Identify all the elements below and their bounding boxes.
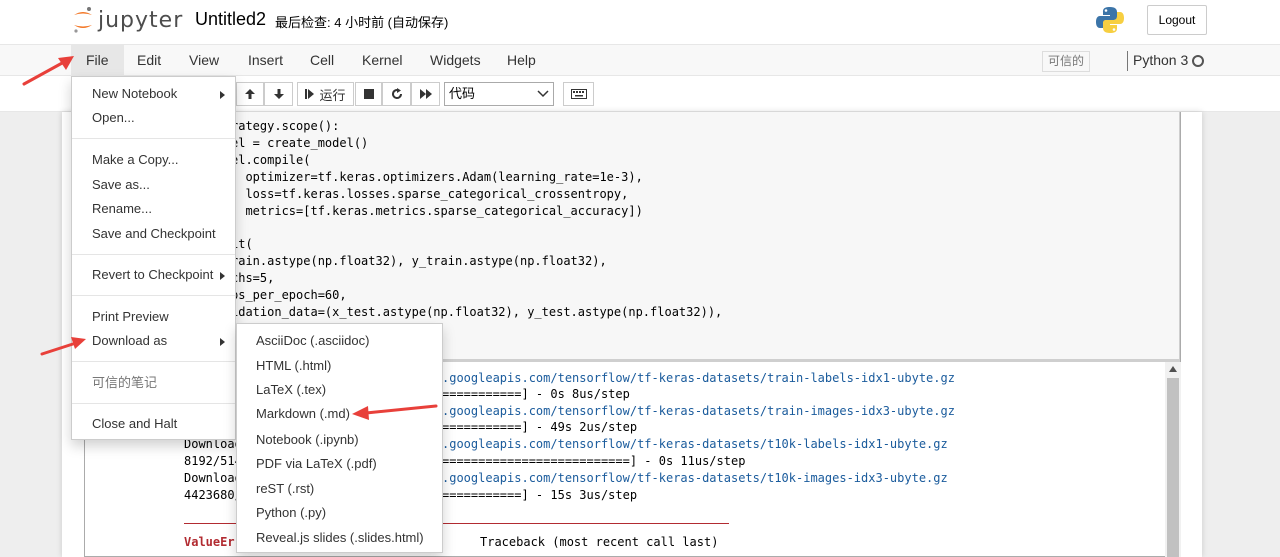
- traceback-label: Traceback (most recent call last): [480, 535, 719, 549]
- annotation-arrow-icon: [22, 56, 74, 86]
- kernel-separator: [1127, 51, 1128, 71]
- caret-right-icon: [220, 338, 225, 346]
- move-up-button[interactable]: [236, 82, 264, 106]
- download-python[interactable]: Python (.py): [237, 502, 442, 524]
- run-button[interactable]: 运行: [297, 82, 354, 106]
- menu-divider: [72, 138, 235, 139]
- menu-item-close-halt[interactable]: Close and Halt: [72, 413, 235, 435]
- command-palette-button[interactable]: [563, 82, 594, 106]
- menu-item-save-as[interactable]: Save as...: [72, 174, 235, 196]
- error-name: ValueErr: [184, 535, 242, 549]
- output-progress-line: ===========] - 49s 2us/step: [442, 420, 638, 434]
- code-line: rain.astype(np.float32), y_train.astype(…: [231, 254, 607, 268]
- output-scrollbar[interactable]: [1165, 362, 1181, 557]
- header: jupyter Untitled2 最后检查: 4 小时前 (自动保存) Log…: [0, 0, 1280, 44]
- menubar: File Edit View Insert Cell Kernel Widget…: [0, 44, 1280, 76]
- code-line: ps_per_epoch=60,: [231, 288, 347, 302]
- file-menu-dropdown: New Notebook Open... Make a Copy... Save…: [71, 76, 236, 440]
- code-line: idation_data=(x_test.astype(np.float32),…: [231, 305, 723, 319]
- scroll-up-icon[interactable]: [1169, 366, 1177, 372]
- app-name: jupyter: [98, 7, 184, 33]
- menu-kernel[interactable]: Kernel: [347, 45, 417, 76]
- fast-forward-icon: [419, 89, 432, 99]
- cell-type-value: 代码: [449, 86, 476, 101]
- output-url-line[interactable]: .googleapis.com/tensorflow/tf-keras-data…: [442, 404, 955, 418]
- menu-item-revert-checkpoint[interactable]: Revert to Checkpoint: [72, 264, 235, 286]
- menu-help[interactable]: Help: [492, 45, 551, 76]
- download-slides[interactable]: Reveal.js slides (.slides.html): [237, 527, 442, 549]
- restart-button[interactable]: [382, 82, 411, 106]
- kernel-name: Python 3: [1133, 52, 1189, 68]
- menu-item-rename[interactable]: Rename...: [72, 198, 235, 220]
- code-line: metrics=[tf.keras.metrics.sparse_categor…: [231, 204, 643, 218]
- jupyter-logo-icon: [74, 7, 92, 33]
- menu-widgets[interactable]: Widgets: [415, 45, 496, 76]
- stop-icon: [363, 89, 374, 99]
- code-line: el = create_model(): [231, 136, 369, 150]
- menu-item-open[interactable]: Open...: [72, 107, 235, 129]
- menu-item-make-copy[interactable]: Make a Copy...: [72, 149, 235, 171]
- download-as-submenu: AsciiDoc (.asciidoc) HTML (.html) LaTeX …: [236, 323, 443, 553]
- menu-edit[interactable]: Edit: [122, 45, 176, 76]
- code-line: el.compile(: [231, 153, 311, 167]
- menu-divider: [72, 403, 235, 404]
- restart-icon: [391, 88, 402, 99]
- menu-item-label: Revert to Checkpoint: [92, 267, 214, 282]
- python-logo-icon: [1096, 7, 1124, 33]
- menu-insert[interactable]: Insert: [233, 45, 298, 76]
- output-progress-line: ==========================] - 0s 11us/st…: [442, 454, 746, 468]
- code-line: loss=tf.keras.losses.sparse_categorical_…: [231, 187, 629, 201]
- interrupt-button[interactable]: [355, 82, 382, 106]
- menu-view[interactable]: View: [174, 45, 234, 76]
- logout-button[interactable]: Logout: [1147, 5, 1207, 35]
- menu-item-save-checkpoint[interactable]: Save and Checkpoint: [72, 223, 235, 245]
- download-pdf[interactable]: PDF via LaTeX (.pdf): [237, 453, 442, 475]
- annotation-arrow-icon: [352, 404, 438, 420]
- output-progress-line: ===========] - 15s 3us/step: [442, 488, 638, 502]
- move-down-button[interactable]: [264, 82, 293, 106]
- arrow-up-icon: [245, 89, 255, 99]
- output-url-line[interactable]: .googleapis.com/tensorflow/tf-keras-data…: [442, 437, 948, 451]
- menu-divider: [72, 295, 235, 296]
- restart-run-all-button[interactable]: [411, 82, 440, 106]
- output-url-line[interactable]: .googleapis.com/tensorflow/tf-keras-data…: [442, 371, 955, 385]
- chevron-down-icon: [537, 90, 549, 98]
- download-notebook[interactable]: Notebook (.ipynb): [237, 429, 442, 451]
- menu-item-new-notebook[interactable]: New Notebook: [72, 83, 235, 105]
- menu-cell[interactable]: Cell: [295, 45, 349, 76]
- code-line: chs=5,: [231, 271, 275, 285]
- output-fragment: 4423680/: [184, 488, 242, 502]
- menu-item-download-as[interactable]: Download as: [72, 330, 235, 352]
- trusted-indicator[interactable]: 可信的: [1042, 51, 1091, 72]
- download-asciidoc[interactable]: AsciiDoc (.asciidoc): [237, 330, 442, 352]
- menu-item-label: Download as: [92, 333, 168, 348]
- step-forward-icon: [305, 89, 315, 99]
- scrollbar-thumb[interactable]: [1167, 378, 1179, 557]
- run-label: 运行: [319, 87, 346, 103]
- download-latex[interactable]: LaTeX (.tex): [237, 379, 442, 401]
- output-progress-line: ===========] - 0s 8us/step: [442, 387, 630, 401]
- checkpoint-status: 最后检查: 4 小时前 (自动保存): [275, 15, 449, 30]
- cell-type-select[interactable]: 代码: [444, 82, 554, 106]
- menu-item-label: New Notebook: [92, 86, 178, 101]
- menu-item-trusted-notebook[interactable]: 可信的笔记: [72, 372, 235, 394]
- menu-divider: [72, 361, 235, 362]
- menu-item-print-preview[interactable]: Print Preview: [72, 306, 235, 328]
- keyboard-icon: [570, 89, 587, 99]
- output-url-line[interactable]: .googleapis.com/tensorflow/tf-keras-data…: [442, 471, 948, 485]
- caret-right-icon: [220, 91, 225, 99]
- download-rst[interactable]: reST (.rst): [237, 478, 442, 500]
- code-line: optimizer=tf.keras.optimizers.Adam(learn…: [231, 170, 643, 184]
- kernel-idle-icon: [1192, 55, 1204, 67]
- arrow-down-icon: [273, 89, 284, 99]
- notebook-name[interactable]: Untitled2: [195, 9, 266, 30]
- annotation-arrow-icon: [40, 337, 86, 356]
- output-fragment: Download: [184, 471, 242, 485]
- menu-divider: [72, 254, 235, 255]
- jupyter-logo[interactable]: jupyter: [72, 4, 183, 36]
- download-html[interactable]: HTML (.html): [237, 355, 442, 377]
- output-fragment: 8192/514: [184, 454, 242, 468]
- caret-right-icon: [220, 272, 225, 280]
- code-line: rategy.scope():: [231, 119, 340, 133]
